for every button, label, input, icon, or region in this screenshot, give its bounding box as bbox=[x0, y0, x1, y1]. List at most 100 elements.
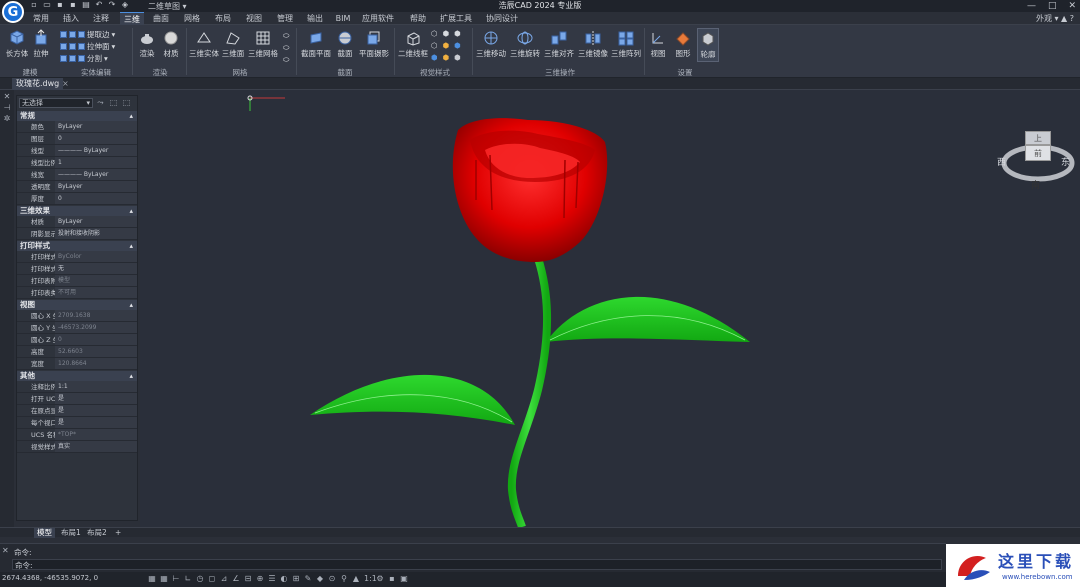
tab-insert[interactable]: 插入 bbox=[60, 12, 82, 25]
section-button[interactable]: 截面 bbox=[334, 30, 356, 59]
tab-manage[interactable]: 管理 bbox=[274, 12, 296, 25]
rose-leaf-right[interactable] bbox=[546, 296, 750, 342]
view-button[interactable]: 视图 bbox=[647, 30, 669, 59]
close-panel-icon[interactable]: ✕ bbox=[0, 92, 14, 101]
property-row[interactable]: 线型比例 1 bbox=[17, 157, 137, 169]
clean-screen-icon[interactable]: ▣ bbox=[400, 574, 408, 583]
property-value[interactable]: 是 bbox=[55, 393, 137, 404]
style-conceptual-icon[interactable]: ⬢ bbox=[443, 41, 450, 50]
infer-icon[interactable]: ⊢ bbox=[172, 574, 180, 583]
property-section-header[interactable]: 三维效果 bbox=[17, 206, 137, 216]
rose-stem[interactable] bbox=[507, 256, 551, 527]
appearance-menu[interactable]: 外观 ▾ ▲ ? bbox=[1036, 12, 1074, 25]
minimize-icon[interactable]: — bbox=[1027, 0, 1036, 12]
mesh-surface-button[interactable]: 三维面 bbox=[221, 30, 245, 59]
property-row[interactable]: 厚度 0 bbox=[17, 193, 137, 205]
outline-button[interactable]: 轮廓 bbox=[697, 28, 719, 62]
save-icon[interactable]: ▪ bbox=[56, 1, 64, 9]
lock-icon[interactable]: ▪ bbox=[388, 574, 396, 583]
viewcube-south[interactable]: 南 bbox=[1031, 178, 1040, 191]
annotation-scale-icon[interactable]: ⚲ bbox=[340, 574, 348, 583]
select-objects-icon[interactable]: ⬚ bbox=[108, 98, 119, 108]
property-section-header[interactable]: 常规 bbox=[17, 111, 137, 121]
app-logo[interactable]: G bbox=[2, 1, 24, 23]
workspace-select[interactable]: 二维草图 ▾ bbox=[148, 1, 228, 11]
maximize-icon[interactable]: □ bbox=[1048, 0, 1057, 12]
style-gray-icon[interactable]: ⬢ bbox=[431, 53, 438, 62]
add-layout-button[interactable]: + bbox=[112, 528, 124, 538]
graphics-button[interactable]: 图形 bbox=[672, 30, 694, 59]
extrude-button[interactable]: 拉伸 bbox=[30, 28, 52, 59]
3d-osnap-icon[interactable]: ⊿ bbox=[220, 574, 228, 583]
property-section-header[interactable]: 视图 bbox=[17, 300, 137, 310]
move-3d-button[interactable]: 三维移动 bbox=[475, 30, 507, 59]
tab-surface[interactable]: 曲面 bbox=[150, 12, 172, 25]
tab-layout2[interactable]: 布局2 bbox=[84, 528, 110, 538]
array-3d-button[interactable]: 三维阵列 bbox=[610, 30, 642, 59]
property-row[interactable]: 宽度 120.8664 bbox=[17, 358, 137, 370]
property-value[interactable]: 是 bbox=[55, 417, 137, 428]
tab-help[interactable]: 帮助 bbox=[407, 12, 429, 25]
tab-common[interactable]: 常用 bbox=[30, 12, 52, 25]
annotation-monitor-icon[interactable]: ✎ bbox=[304, 574, 312, 583]
property-row[interactable]: 每个视口…是 bbox=[17, 417, 137, 429]
property-value[interactable]: ByLayer bbox=[55, 121, 137, 132]
redo-icon[interactable]: ↷ bbox=[108, 1, 116, 9]
property-value[interactable]: 2709.1638 bbox=[55, 310, 137, 321]
viewcube-front-face[interactable]: 前 bbox=[1025, 145, 1051, 161]
workspace-switch-icon[interactable]: ⚙ bbox=[376, 574, 384, 583]
viewcube[interactable]: 上 前 西 东 南 bbox=[997, 130, 1077, 191]
property-section-header[interactable]: 其他 bbox=[17, 371, 137, 381]
slice-button[interactable]: 分割 bbox=[87, 53, 102, 64]
tab-view[interactable]: 视图 bbox=[243, 12, 265, 25]
style-hidden-icon[interactable]: ⬢ bbox=[443, 29, 450, 38]
render-button[interactable]: 渲染 bbox=[136, 30, 158, 59]
lineweight-icon[interactable]: ☰ bbox=[268, 574, 276, 583]
command-input[interactable]: 命令: bbox=[12, 559, 942, 570]
tab-extensions[interactable]: 扩展工具 bbox=[438, 12, 474, 25]
solid-edit-icon[interactable] bbox=[69, 55, 76, 62]
property-row[interactable]: 注释比例 1:1 bbox=[17, 381, 137, 393]
style-shaded-icon[interactable]: ⬢ bbox=[454, 29, 461, 38]
flatshot-button[interactable]: 平面摄影 bbox=[357, 30, 391, 59]
tab-bim[interactable]: BIM bbox=[334, 12, 352, 25]
material-button[interactable]: 材质 bbox=[160, 30, 182, 59]
mesh-tool-icon[interactable]: ⬭ bbox=[283, 55, 289, 65]
tab-mesh[interactable]: 网格 bbox=[181, 12, 203, 25]
property-row[interactable]: 圆心 Y 坐标-46573.2099 bbox=[17, 322, 137, 334]
open-file-icon[interactable]: ▭ bbox=[43, 1, 51, 9]
wireframe-button[interactable]: 二维线框 bbox=[397, 30, 429, 59]
style-realistic-icon[interactable]: ⬡ bbox=[431, 41, 438, 50]
presspull-button[interactable]: 拉伸面 bbox=[87, 41, 110, 52]
property-value[interactable]: 是 bbox=[55, 405, 137, 416]
new-file-icon[interactable]: ▫ bbox=[30, 1, 38, 9]
osnap-icon[interactable]: ◻ bbox=[208, 574, 216, 583]
property-row[interactable]: 打印样式表无 bbox=[17, 263, 137, 275]
tab-model[interactable]: 模型 bbox=[34, 528, 55, 538]
rose-model[interactable] bbox=[140, 90, 1080, 527]
quick-select-icon[interactable]: ⤳ bbox=[95, 98, 106, 108]
solid-edit-icon[interactable] bbox=[60, 55, 67, 62]
property-value[interactable]: ByColor bbox=[55, 251, 137, 262]
viewcube-west[interactable]: 西 bbox=[997, 155, 1006, 168]
tab-output[interactable]: 输出 bbox=[304, 12, 326, 25]
section-plane-button[interactable]: 截面平面 bbox=[300, 30, 332, 59]
style-colored-icon[interactable]: ⬢ bbox=[454, 41, 461, 50]
document-tab[interactable]: 玫瑰花.dwg bbox=[12, 78, 64, 90]
property-row[interactable]: 视觉样式 真实 bbox=[17, 441, 137, 453]
property-row[interactable]: 打印表类型不可用 bbox=[17, 287, 137, 299]
property-row[interactable]: UCS 名称*TOP* bbox=[17, 429, 137, 441]
property-row[interactable]: 线型 ———— ByLayer bbox=[17, 145, 137, 157]
pickadd-icon[interactable]: ⬚ bbox=[121, 98, 132, 108]
property-value[interactable]: -46573.2099 bbox=[55, 322, 137, 333]
style-sketch-icon[interactable]: ⬢ bbox=[443, 53, 450, 62]
print-icon[interactable]: ▤ bbox=[82, 1, 90, 9]
selection-cycling-icon[interactable]: ⊞ bbox=[292, 574, 300, 583]
property-value[interactable]: 0 bbox=[55, 193, 137, 204]
ortho-icon[interactable]: ∟ bbox=[184, 574, 192, 583]
property-value[interactable]: ———— ByLayer bbox=[55, 169, 137, 180]
property-row[interactable]: 打印表附…模型 bbox=[17, 275, 137, 287]
property-row[interactable]: 圆心 Z 坐标0 bbox=[17, 334, 137, 346]
property-row[interactable]: 打印样式 ByColor bbox=[17, 251, 137, 263]
property-row[interactable]: 打开 UCS…是 bbox=[17, 393, 137, 405]
